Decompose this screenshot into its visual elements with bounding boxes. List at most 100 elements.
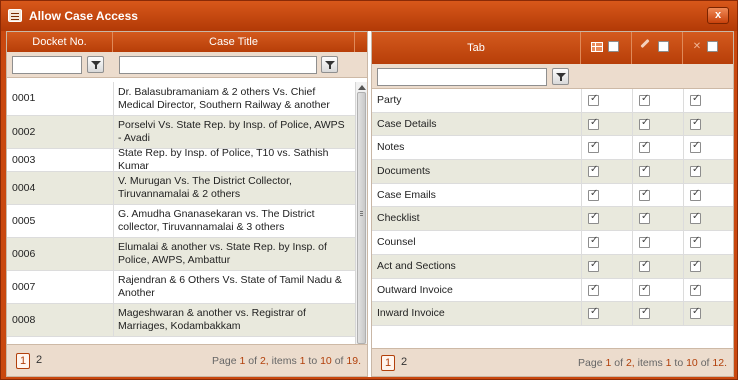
view-permission-checkbox[interactable] xyxy=(588,140,599,153)
table-row[interactable]: 0007 Rajendran & 6 Others Vs. State of Ta… xyxy=(7,271,355,304)
column-divider xyxy=(632,207,633,230)
column-divider xyxy=(581,136,582,159)
cases-page-1[interactable]: 1 xyxy=(16,353,30,369)
table-row[interactable]: Act and Sections xyxy=(372,255,733,279)
tab-filter-button[interactable] xyxy=(552,68,569,85)
close-button[interactable]: x xyxy=(707,7,729,24)
admin-permission-checkbox[interactable] xyxy=(690,259,701,272)
table-row[interactable]: 0002 Porselvi Vs. State Rep. by Insp. of … xyxy=(7,116,355,149)
admin-permission-checkbox[interactable] xyxy=(690,188,701,201)
edit-permission-checkbox[interactable] xyxy=(639,283,650,296)
view-permission-checkbox[interactable] xyxy=(588,188,599,201)
edit-permission-checkbox[interactable] xyxy=(639,164,650,177)
column-divider xyxy=(581,113,582,135)
view-permission-checkbox[interactable] xyxy=(588,117,599,130)
table-row[interactable]: Party xyxy=(372,89,733,113)
view-permission-checkbox[interactable] xyxy=(588,93,599,106)
column-header-tab[interactable]: Tab xyxy=(372,32,581,64)
scroll-up-icon[interactable] xyxy=(358,85,366,90)
table-row[interactable]: 0004 V. Murugan Vs. The District Collecto… xyxy=(7,172,355,205)
table-row[interactable]: Counsel xyxy=(372,231,733,255)
filter-row xyxy=(7,52,367,78)
column-header-docket[interactable]: Docket No. xyxy=(7,32,113,52)
cases-pager: 1 2 Page 1 of 2, items 1 to 10 of 19. xyxy=(7,344,367,376)
admin-permission-checkbox[interactable] xyxy=(690,211,701,224)
edit-permission-checkbox[interactable] xyxy=(639,93,650,106)
table-row[interactable]: 0001 Dr. Balasubramaniam & 2 others Vs. C… xyxy=(7,82,355,116)
table-row[interactable]: Checklist xyxy=(372,207,733,231)
cases-scrollbar[interactable] xyxy=(355,82,367,374)
column-divider xyxy=(632,160,633,183)
tab-label-cell: Notes xyxy=(377,141,405,153)
column-divider xyxy=(632,184,633,206)
tab-label-cell: Case Emails xyxy=(377,188,436,201)
edit-permission-checkbox[interactable] xyxy=(639,188,650,201)
case-title-filter-input[interactable] xyxy=(119,56,317,74)
table-row[interactable]: Case Emails xyxy=(372,184,733,207)
edit-permission-checkbox[interactable] xyxy=(639,259,650,272)
column-header-admin: ✕ xyxy=(683,32,733,64)
tab-filter-input[interactable] xyxy=(377,68,547,86)
tab-pager: 1 2 Page 1 of 2, items 1 to 10 of 12. xyxy=(372,348,733,376)
dialog-title: Allow Case Access xyxy=(29,9,138,23)
docket-cell: 0007 xyxy=(12,280,36,293)
admin-permission-checkbox[interactable] xyxy=(690,140,701,153)
edit-select-all-checkbox[interactable] xyxy=(658,41,669,52)
table-row[interactable]: Notes xyxy=(372,136,733,160)
table-row[interactable]: 0003 State Rep. by Insp. of Police, T10 v… xyxy=(7,147,355,172)
edit-permission-checkbox[interactable] xyxy=(639,117,650,130)
table-row[interactable]: 0008 Mageshwaran & another vs. Registrar … xyxy=(7,304,355,337)
column-divider xyxy=(683,302,684,325)
view-permission-checkbox[interactable] xyxy=(588,211,599,224)
case-title-cell: State Rep. by Insp. of Police, T10 vs. S… xyxy=(118,147,329,172)
table-row[interactable]: 0006 Elumalai & another vs. State Rep. by… xyxy=(7,238,355,271)
edit-permission-checkbox[interactable] xyxy=(639,306,650,319)
edit-permission-checkbox[interactable] xyxy=(639,235,650,248)
column-divider xyxy=(683,184,684,206)
admin-permission-checkbox[interactable] xyxy=(690,235,701,248)
tab-page-1[interactable]: 1 xyxy=(381,355,395,371)
scroll-thumb[interactable] xyxy=(357,92,366,344)
header-spacer xyxy=(355,32,367,52)
tab-label-cell: Outward Invoice xyxy=(377,283,453,296)
view-permission-checkbox[interactable] xyxy=(588,283,599,296)
admin-permission-checkbox[interactable] xyxy=(690,306,701,319)
admin-permission-checkbox[interactable] xyxy=(690,93,701,106)
admin-select-all-checkbox[interactable] xyxy=(707,41,718,52)
tab-pager-info: Page 1 of 2, items 1 to 10 of 12. xyxy=(578,357,727,369)
cases-page-2[interactable]: 2 xyxy=(32,353,46,369)
tab-label-cell: Checklist xyxy=(377,212,420,224)
view-select-all-checkbox[interactable] xyxy=(608,41,619,52)
view-permission-checkbox[interactable] xyxy=(588,164,599,177)
admin-permission-checkbox[interactable] xyxy=(690,164,701,177)
column-divider xyxy=(683,136,684,159)
table-row[interactable]: Outward Invoice xyxy=(372,279,733,302)
tab-page-2[interactable]: 2 xyxy=(397,355,411,371)
column-header-case-title[interactable]: Case Title xyxy=(113,32,355,52)
edit-permission-checkbox[interactable] xyxy=(639,140,650,153)
admin-permission-checkbox[interactable] xyxy=(690,283,701,296)
view-permission-checkbox[interactable] xyxy=(588,235,599,248)
column-divider xyxy=(632,113,633,135)
column-divider xyxy=(683,255,684,278)
tab-access-grid: Tab ✕ Party Case Details Notes Documents Cas… xyxy=(371,31,734,377)
docket-filter-input[interactable] xyxy=(12,56,82,74)
tab-label-cell: Documents xyxy=(377,165,431,177)
title-bar[interactable]: Allow Case Access x xyxy=(1,1,737,31)
table-row[interactable]: Documents xyxy=(372,160,733,184)
table-row[interactable]: Case Details xyxy=(372,113,733,136)
admin-permission-checkbox[interactable] xyxy=(690,117,701,130)
case-title-filter-button[interactable] xyxy=(321,56,338,73)
view-permission-checkbox[interactable] xyxy=(588,306,599,319)
window-icon xyxy=(8,9,22,22)
table-row[interactable]: Inward Invoice xyxy=(372,302,733,326)
tab-label-cell: Party xyxy=(377,94,402,106)
view-permission-checkbox[interactable] xyxy=(588,259,599,272)
case-title-cell: Mageshwaran & another vs. Registrar of M… xyxy=(118,307,306,332)
column-divider xyxy=(683,160,684,183)
case-title-cell: Dr. Balasubramaniam & 2 others Vs. Chief… xyxy=(118,85,330,111)
edit-permission-checkbox[interactable] xyxy=(639,211,650,224)
tab-label-cell: Act and Sections xyxy=(377,260,456,272)
table-row[interactable]: 0005 G. Amudha Gnanasekaran vs. The Distr… xyxy=(7,205,355,238)
docket-filter-button[interactable] xyxy=(87,56,104,73)
